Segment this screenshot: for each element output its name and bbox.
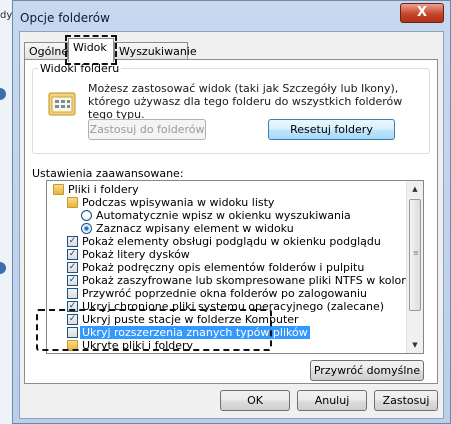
restore-defaults-button[interactable]: Przywróć domyślne	[310, 360, 424, 381]
checkbox[interactable]: ✓	[67, 249, 78, 260]
dialog-footer: OK Anuluj Zastosuj	[20, 382, 443, 418]
ok-button[interactable]: OK	[220, 390, 290, 411]
tree-item-label: Ukryj chronione pliki systemu operacyjne…	[82, 300, 385, 313]
tree-folder-item[interactable]: Pliki i foldery	[47, 183, 406, 196]
grip-icon: ≡	[413, 249, 419, 257]
apply-button[interactable]: Zastosuj	[374, 390, 438, 411]
checkbox[interactable]: ✓	[67, 236, 78, 247]
dialog-title: Opcje folderów	[20, 11, 110, 25]
tree-checkbox-item[interactable]: Ukryj rozszerzenia znanych typów plików	[47, 326, 406, 339]
cancel-button[interactable]: Anuluj	[297, 390, 367, 411]
folder-view-icon	[48, 92, 76, 116]
tree-item-label: Pokaż litery dysków	[82, 248, 190, 261]
folder-views-title: Widoki folderu	[38, 62, 122, 75]
tab-view[interactable]: Widok	[65, 35, 117, 65]
dialog-client-area: Ogólne Widok Wyszukiwanie Widoki folderu…	[19, 31, 444, 419]
tree-item-label: Pokaż podręczny opis elementów folderów …	[82, 261, 365, 274]
tree-item-label: Pokaż elementy obsługi podglądu w okienk…	[82, 235, 381, 248]
view-tab-panel: Widoki folderu Możesz zastosować widok (…	[24, 59, 438, 384]
tree-item-label: Ukryte pliki i foldery	[82, 339, 194, 352]
scroll-up-arrow-icon[interactable]: ▲	[407, 181, 423, 197]
tree-checkbox-item[interactable]: ✓ Pokaż podręczny opis elementów folderów…	[47, 261, 406, 274]
scrollbar-thumb[interactable]: ≡	[409, 199, 421, 311]
background-window: dys	[0, 0, 17, 424]
tree-item-label: Ukryj puste stacje w folderze Komputer	[82, 313, 299, 326]
folder-icon	[67, 340, 78, 351]
tree-item-label: Przywróć poprzednie okna folderów po zal…	[82, 287, 368, 300]
advanced-settings-items: Pliki i foldery Podczas wpisywania w wido…	[47, 181, 406, 353]
tree-item-label: Podczas wpisywania w widoku listy	[82, 196, 275, 209]
folder-views-group: Widoki folderu Możesz zastosować widok (…	[32, 62, 430, 154]
background-marker-top	[0, 88, 6, 100]
radio-button[interactable]	[81, 223, 92, 234]
background-marker-bottom	[0, 262, 6, 274]
tree-checkbox-item[interactable]: ✓ Ukryj puste stacje w folderze Komputer	[47, 313, 406, 326]
checkbox[interactable]: ✓	[67, 262, 78, 273]
tree-item-label: Pokaż zaszyfrowane lub skompresowane pli…	[82, 274, 406, 287]
advanced-settings-list[interactable]: Pliki i foldery Podczas wpisywania w wido…	[46, 180, 424, 354]
checkbox[interactable]: ✓	[67, 275, 78, 286]
folder-options-dialog: Opcje folderów X Ogólne Widok Wyszukiwan…	[12, 0, 451, 424]
tree-checkbox-item[interactable]: ✓ Ukryj chronione pliki systemu operacyjn…	[47, 300, 406, 313]
tab-search[interactable]: Wyszukiwanie	[114, 42, 197, 60]
tree-checkbox-item[interactable]: Przywróć poprzednie okna folderów po zal…	[47, 287, 406, 300]
checkbox[interactable]	[67, 288, 78, 299]
tree-radio-item[interactable]: Automatycznie wpisz w okienku wyszukiwan…	[47, 209, 406, 222]
tree-checkbox-item[interactable]: ✓ Pokaż zaszyfrowane lub skompresowane pl…	[47, 274, 406, 287]
folder-icon	[67, 197, 78, 208]
scroll-down-arrow-icon[interactable]: ▼	[407, 337, 423, 353]
tab-general[interactable]: Ogólne	[24, 42, 68, 60]
tree-folder-item[interactable]: Podczas wpisywania w widoku listy	[47, 196, 406, 209]
tree-item-label: Pliki i foldery	[68, 183, 139, 196]
apply-to-folders-button[interactable]: Zastosuj do folderów	[88, 119, 206, 140]
checkbox[interactable]: ✓	[67, 301, 78, 312]
tree-item-label: Ukryj rozszerzenia znanych typów plików	[80, 326, 310, 339]
folder-icon	[53, 184, 64, 195]
radio-button[interactable]	[81, 210, 92, 221]
tree-checkbox-item[interactable]: ✓ Pokaż elementy obsługi podglądu w okien…	[47, 235, 406, 248]
close-button[interactable]: X	[400, 3, 444, 23]
title-bar[interactable]: Opcje folderów X	[13, 1, 450, 31]
checkbox[interactable]: ✓	[67, 314, 78, 325]
tree-checkbox-item[interactable]: ✓ Pokaż litery dysków	[47, 248, 406, 261]
tree-item-label: Zaznacz wpisany element w widoku	[96, 222, 294, 235]
vertical-scrollbar[interactable]: ▲ ≡ ▼	[406, 181, 423, 353]
reset-folders-button[interactable]: Resetuj foldery	[268, 119, 395, 140]
checkbox[interactable]	[67, 327, 78, 338]
folder-views-description: Możesz zastosować widok (taki jak Szczeg…	[88, 82, 403, 121]
tree-item-label: Automatycznie wpisz w okienku wyszukiwan…	[96, 209, 351, 222]
tree-radio-item[interactable]: Zaznacz wpisany element w widoku	[47, 222, 406, 235]
tree-folder-item[interactable]: Ukryte pliki i foldery	[47, 339, 406, 352]
advanced-settings-label: Ustawienia zaawansowane:	[32, 167, 184, 180]
